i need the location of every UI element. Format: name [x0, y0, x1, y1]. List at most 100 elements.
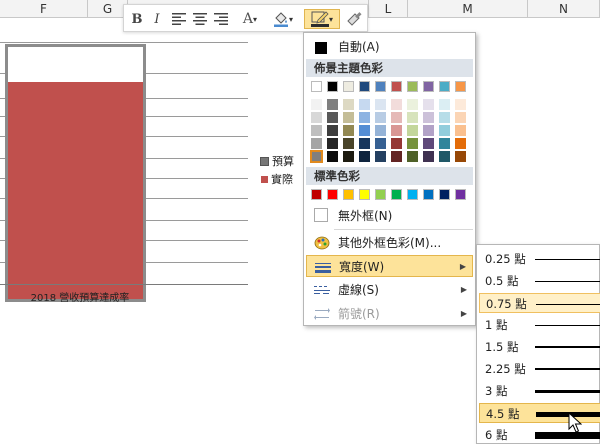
theme-color-swatch[interactable] [423, 125, 434, 136]
theme-color-swatch[interactable] [391, 112, 402, 123]
theme-color-swatch[interactable] [375, 99, 386, 110]
theme-color-swatch[interactable] [359, 112, 370, 123]
theme-color-swatch[interactable] [375, 125, 386, 136]
theme-color-swatch[interactable] [311, 81, 322, 92]
theme-color-swatch[interactable] [423, 112, 434, 123]
theme-color-swatch[interactable] [375, 151, 386, 162]
theme-color-swatch[interactable] [391, 151, 402, 162]
fill-color-button[interactable]: ▾ [270, 9, 296, 29]
theme-color-swatch[interactable] [359, 151, 370, 162]
theme-color-swatch[interactable] [423, 99, 434, 110]
chevron-down-icon[interactable]: ▾ [289, 15, 293, 24]
theme-color-swatch[interactable] [359, 138, 370, 149]
automatic-color-item[interactable]: 自動(A) [306, 35, 473, 59]
standard-color-swatch[interactable] [375, 189, 386, 200]
line-weight-option[interactable]: 1.5 點 [479, 337, 600, 357]
theme-color-swatch[interactable] [391, 125, 402, 136]
standard-color-swatch[interactable] [407, 189, 418, 200]
column-header-n[interactable]: N [528, 0, 600, 18]
column-header-l[interactable]: L [368, 0, 408, 18]
theme-color-swatch[interactable] [407, 138, 418, 149]
theme-color-swatch[interactable] [407, 151, 418, 162]
standard-color-swatch[interactable] [343, 189, 354, 200]
theme-color-swatch[interactable] [359, 99, 370, 110]
standard-color-swatch[interactable] [311, 189, 322, 200]
column-header-m[interactable]: M [408, 0, 528, 18]
theme-color-swatch[interactable] [375, 138, 386, 149]
theme-color-swatch[interactable] [391, 138, 402, 149]
theme-color-swatch[interactable] [455, 138, 466, 149]
theme-color-swatch[interactable] [439, 125, 450, 136]
align-left-button[interactable] [170, 9, 188, 29]
theme-color-swatch[interactable] [343, 112, 354, 123]
align-right-button[interactable] [212, 9, 230, 29]
theme-color-swatch[interactable] [343, 81, 354, 92]
theme-color-swatch[interactable] [327, 99, 338, 110]
standard-color-swatch[interactable] [439, 189, 450, 200]
theme-color-swatch[interactable] [327, 125, 338, 136]
theme-color-swatch[interactable] [343, 138, 354, 149]
format-painter-button[interactable] [343, 9, 365, 29]
font-color-button[interactable]: A ▾ [237, 9, 263, 29]
line-weight-option[interactable]: 2.25 點 [479, 359, 600, 379]
standard-color-swatch[interactable] [391, 189, 402, 200]
theme-color-swatch[interactable] [455, 125, 466, 136]
theme-color-swatch[interactable] [311, 138, 322, 149]
theme-color-swatch[interactable] [439, 138, 450, 149]
line-weight-option[interactable]: 1 點 [479, 315, 600, 335]
theme-color-swatch[interactable] [343, 151, 354, 162]
no-outline-item[interactable]: 無外框(N) [306, 205, 473, 227]
theme-color-swatch[interactable] [327, 151, 338, 162]
actual-bar[interactable] [8, 82, 143, 299]
chevron-down-icon[interactable]: ▾ [329, 15, 333, 24]
align-center-button[interactable] [191, 9, 209, 29]
theme-color-swatch[interactable] [391, 99, 402, 110]
theme-color-swatch[interactable] [311, 125, 322, 136]
theme-color-swatch[interactable] [439, 99, 450, 110]
theme-color-swatch[interactable] [455, 112, 466, 123]
chevron-down-icon[interactable]: ▾ [253, 15, 257, 24]
theme-color-swatch[interactable] [327, 81, 338, 92]
theme-color-swatch[interactable] [359, 81, 370, 92]
line-weight-option[interactable]: 0.75 點 [479, 293, 600, 313]
theme-color-swatch[interactable] [423, 81, 434, 92]
legend-item-actual[interactable]: 實際 [260, 170, 294, 188]
shape-outline-button[interactable]: ▾ [304, 9, 340, 29]
bold-button[interactable]: B [128, 9, 146, 29]
theme-color-swatch[interactable] [375, 81, 386, 92]
theme-color-swatch[interactable] [423, 151, 434, 162]
theme-color-swatch[interactable] [439, 112, 450, 123]
theme-color-swatch[interactable] [439, 151, 450, 162]
theme-color-swatch[interactable] [327, 138, 338, 149]
chart-legend[interactable]: 預算 實際 [260, 152, 294, 188]
theme-color-swatch[interactable] [343, 99, 354, 110]
theme-color-swatch[interactable] [407, 99, 418, 110]
theme-color-swatch[interactable] [407, 112, 418, 123]
theme-color-swatch[interactable] [455, 151, 466, 162]
line-weight-option[interactable]: 3 點 [479, 381, 600, 401]
line-weight-option[interactable]: 0.25 點 [479, 249, 600, 269]
standard-color-swatch[interactable] [423, 189, 434, 200]
theme-color-swatch[interactable] [311, 112, 322, 123]
legend-item-budget[interactable]: 預算 [260, 152, 294, 170]
italic-button[interactable]: I [148, 9, 166, 29]
theme-color-swatch[interactable] [439, 81, 450, 92]
theme-color-swatch[interactable] [407, 125, 418, 136]
theme-color-swatch[interactable] [343, 125, 354, 136]
theme-color-swatch[interactable] [455, 99, 466, 110]
dashes-item[interactable]: 虛線(S) ▶ [306, 279, 473, 301]
theme-color-swatch[interactable] [391, 81, 402, 92]
theme-color-swatch[interactable] [375, 112, 386, 123]
weight-item[interactable]: 寬度(W) ▶ [306, 255, 473, 277]
theme-color-swatch[interactable] [455, 81, 466, 92]
theme-color-swatch[interactable] [359, 125, 370, 136]
standard-color-swatch[interactable] [455, 189, 466, 200]
budget-bar[interactable] [5, 44, 146, 302]
standard-color-swatch[interactable] [359, 189, 370, 200]
theme-color-swatch[interactable] [407, 81, 418, 92]
theme-color-swatch[interactable] [310, 150, 323, 163]
column-header-f[interactable]: F [0, 0, 88, 18]
chart-area[interactable]: 2018 營收預算達成率 預算 實際 [0, 18, 300, 304]
theme-color-swatch[interactable] [311, 99, 322, 110]
line-weight-option[interactable]: 0.5 點 [479, 271, 600, 291]
